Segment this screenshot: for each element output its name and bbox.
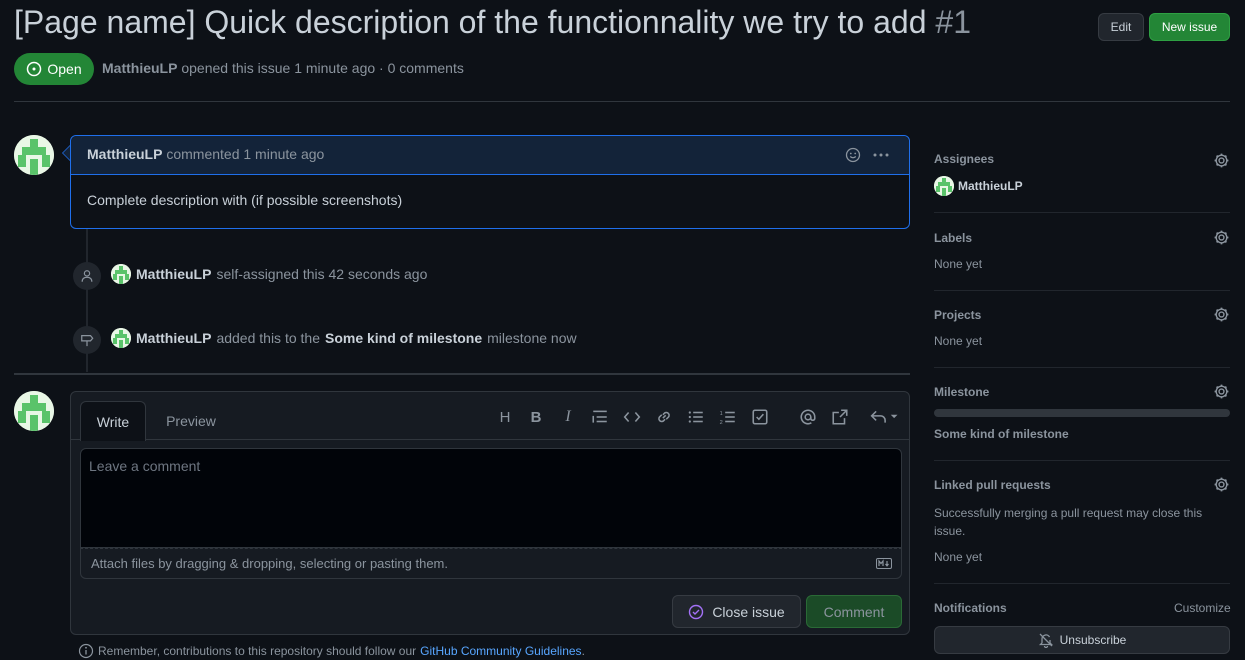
labels-value: None yet — [934, 257, 983, 271]
tab-write[interactable]: Write — [80, 401, 146, 441]
heading-icon[interactable]: H — [496, 408, 514, 426]
comment-author[interactable]: MatthieuLP — [87, 146, 162, 162]
timeline-badge — [73, 326, 101, 354]
milestone-value[interactable]: Some kind of milestone — [934, 427, 1069, 441]
avatar[interactable] — [111, 264, 131, 284]
comment-box: MatthieuLP commented 1 minute ago Comple… — [70, 135, 910, 229]
guidelines-note: Remember, contributions to this reposito… — [78, 643, 585, 659]
check-circle-icon — [689, 604, 704, 619]
milestone-icon — [81, 335, 94, 347]
issue-number: #1 — [935, 4, 971, 40]
status-label: Open — [47, 61, 82, 77]
avatar[interactable] — [14, 391, 54, 431]
comment-pointer-fill — [63, 146, 70, 160]
issue-title: [Page name] Quick description of the fun… — [14, 2, 971, 42]
link-icon[interactable] — [655, 408, 673, 426]
svg-text:2: 2 — [720, 420, 723, 426]
gear-icon[interactable] — [1213, 383, 1230, 400]
close-issue-label: Close issue — [712, 603, 785, 620]
new-comment-form: Write Preview H B I 12 Attach files by d… — [70, 391, 910, 635]
customize-link[interactable]: Customize — [1174, 601, 1231, 615]
timeline-actor[interactable]: MatthieuLP — [136, 330, 211, 346]
reply-icon[interactable] — [869, 408, 899, 426]
assignees-heading[interactable]: Assignees — [934, 152, 994, 166]
issue-author-link[interactable]: MatthieuLP — [102, 60, 177, 76]
info-icon — [78, 643, 94, 659]
new-issue-button[interactable]: New issue — [1149, 13, 1230, 41]
list-unordered-icon[interactable] — [687, 408, 705, 426]
gear-icon[interactable] — [1213, 306, 1230, 323]
assignee-name: MatthieuLP — [958, 179, 1023, 193]
comment-header: MatthieuLP commented 1 minute ago — [71, 136, 909, 175]
timeline-text: added this to the — [216, 330, 320, 346]
avatar — [934, 176, 954, 196]
avatar[interactable] — [14, 135, 54, 175]
bell-slash-icon — [1038, 633, 1053, 648]
gear-icon[interactable] — [1213, 152, 1230, 169]
markdown-icon[interactable] — [876, 558, 892, 569]
labels-heading[interactable]: Labels — [934, 231, 972, 245]
bold-icon[interactable]: B — [527, 408, 545, 426]
gear-icon[interactable] — [1213, 229, 1230, 246]
issue-meta: MatthieuLP opened this issue 1 minute ag… — [102, 60, 464, 76]
avatar[interactable] — [111, 328, 131, 348]
attach-files-area[interactable]: Attach files by dragging & dropping, sel… — [80, 548, 902, 579]
projects-heading[interactable]: Projects — [934, 308, 981, 322]
italic-icon[interactable]: I — [559, 408, 577, 426]
issue-title-text: [Page name] Quick description of the fun… — [14, 4, 927, 40]
timeline-item: MatthieuLP added this to the Some kind o… — [111, 328, 577, 348]
notifications-heading: Notifications — [934, 601, 1007, 615]
sidebar-divider — [934, 460, 1230, 461]
comment-button[interactable]: Comment — [806, 595, 902, 628]
status-badge: Open — [14, 53, 94, 85]
timeline-actor[interactable]: MatthieuLP — [136, 266, 211, 282]
timeline-text: milestone now — [487, 330, 577, 346]
issue-opened-text: opened this issue 1 minute ago · 0 comme… — [181, 60, 464, 76]
comment-body: Complete description with (if possible s… — [87, 192, 403, 208]
svg-text:1: 1 — [720, 411, 723, 417]
header-divider — [14, 101, 1230, 102]
sidebar-divider — [934, 290, 1230, 291]
tab-preview[interactable]: Preview — [151, 401, 231, 441]
guidelines-end: . — [581, 644, 585, 658]
linked-prs-heading[interactable]: Linked pull requests — [934, 478, 1051, 492]
sidebar-divider — [934, 583, 1230, 584]
tasklist-icon[interactable] — [751, 408, 769, 426]
timeline-item: MatthieuLP self-assigned this 42 seconds… — [111, 264, 427, 284]
milestone-progress-bar — [934, 409, 1230, 417]
unsubscribe-label: Unsubscribe — [1059, 633, 1127, 647]
sidebar-divider — [934, 367, 1230, 368]
edit-button[interactable]: Edit — [1098, 13, 1144, 41]
close-issue-button[interactable]: Close issue — [672, 595, 801, 628]
kebab-horizontal-icon[interactable] — [872, 147, 890, 163]
timeline-badge — [73, 262, 101, 290]
guidelines-text: Remember, contributions to this reposito… — [98, 644, 417, 658]
timeline-text: self-assigned this 42 seconds ago — [216, 266, 428, 282]
quote-icon[interactable] — [591, 408, 609, 426]
assignee-item[interactable]: MatthieuLP — [934, 176, 1023, 196]
milestone-heading[interactable]: Milestone — [934, 385, 989, 399]
code-icon[interactable] — [623, 408, 641, 426]
guidelines-link[interactable]: GitHub Community Guidelines — [420, 644, 581, 658]
timeline-divider — [14, 373, 910, 375]
comment-input[interactable] — [80, 448, 902, 548]
cross-reference-icon[interactable] — [831, 408, 849, 426]
gear-icon[interactable] — [1213, 476, 1230, 493]
editor-tabs: Write Preview H B I 12 — [71, 392, 909, 441]
smiley-icon[interactable] — [845, 147, 861, 163]
linked-prs-description: Successfully merging a pull request may … — [934, 506, 1203, 538]
linked-prs-value: None yet — [934, 550, 983, 564]
sidebar-divider — [934, 212, 1230, 213]
mention-icon[interactable] — [799, 408, 817, 426]
projects-value: None yet — [934, 334, 983, 348]
list-ordered-icon[interactable]: 12 — [719, 408, 737, 426]
issue-opened-icon — [27, 61, 42, 77]
attach-hint: Attach files by dragging & dropping, sel… — [91, 556, 448, 571]
unsubscribe-button[interactable]: Unsubscribe — [934, 626, 1230, 654]
person-icon — [81, 270, 93, 282]
comment-time[interactable]: commented 1 minute ago — [166, 146, 324, 162]
timeline-milestone-link[interactable]: Some kind of milestone — [325, 330, 482, 346]
